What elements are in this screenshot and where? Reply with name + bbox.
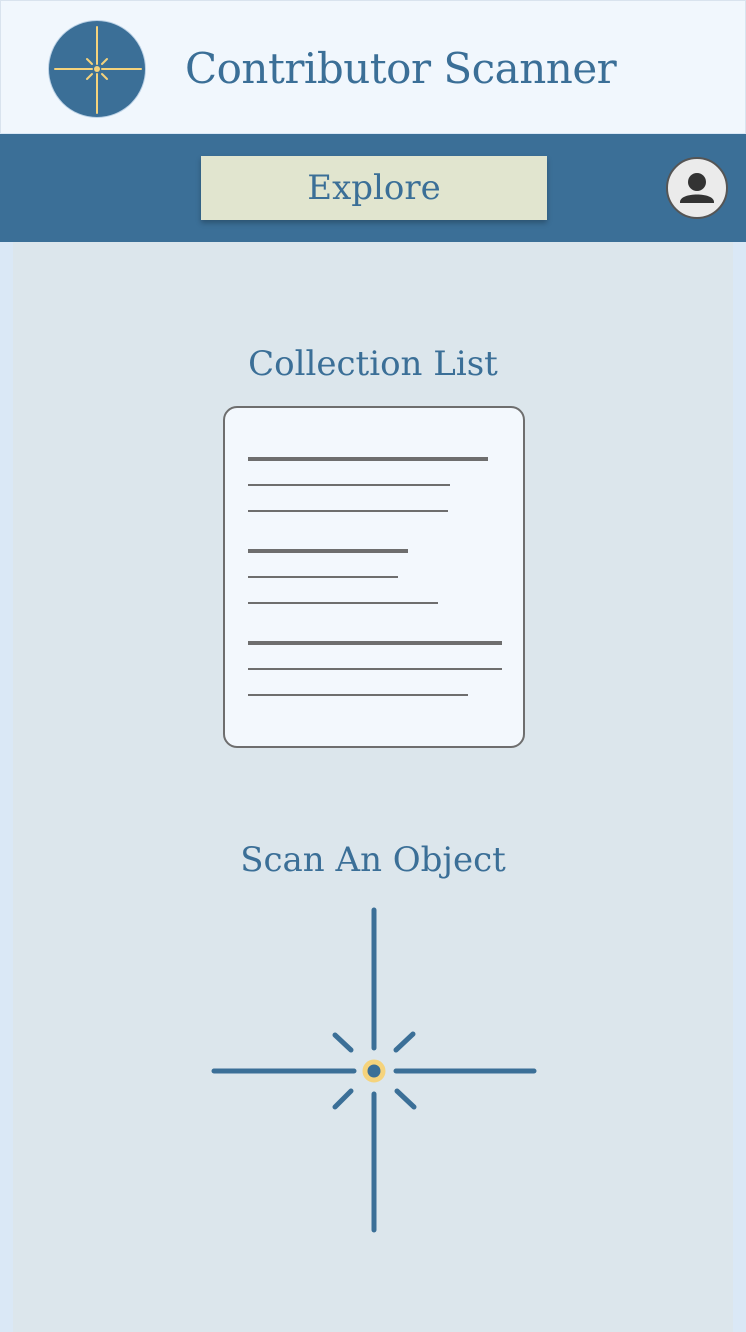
- collection-list-title: Collection List: [248, 344, 498, 384]
- scan-object-title: Scan An Object: [240, 840, 506, 880]
- main-content: Collection List Scan An Object: [13, 242, 733, 1332]
- explore-button[interactable]: Explore: [201, 156, 547, 220]
- user-profile-button[interactable]: [666, 157, 728, 219]
- nav-bar: Explore: [0, 134, 746, 242]
- app-logo-icon: [48, 20, 146, 118]
- scan-object-button[interactable]: [208, 904, 538, 1234]
- app-header: Contributor Scanner: [0, 0, 746, 133]
- document-list-icon: [248, 457, 502, 696]
- app-title: Contributor Scanner: [185, 44, 617, 93]
- user-icon: [680, 173, 714, 203]
- collection-list-button[interactable]: [223, 406, 525, 748]
- crosshair-sparkle-icon: [211, 907, 537, 1233]
